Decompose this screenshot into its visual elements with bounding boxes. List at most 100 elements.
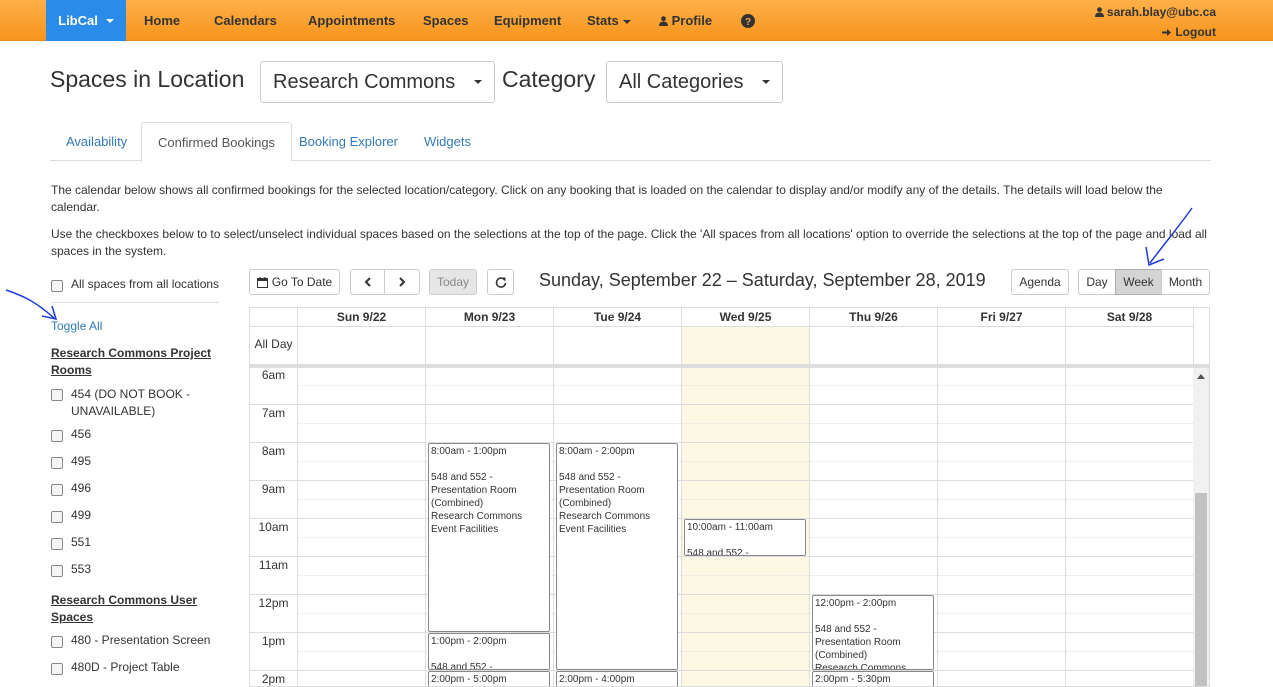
grid-line	[553, 327, 554, 686]
group-project-rooms: Research Commons Project Rooms	[51, 346, 212, 377]
hour-line	[250, 594, 1193, 595]
today-allday-highlight	[681, 327, 809, 365]
today-button[interactable]: Today	[429, 269, 477, 295]
next-week-button[interactable]	[384, 269, 420, 295]
hour-line	[250, 404, 1193, 405]
day-header-sat: Sat 9/28	[1066, 308, 1194, 327]
room-option-456[interactable]: 456	[51, 427, 91, 442]
day-header-fri: Fri 9/27	[938, 308, 1066, 327]
user-email[interactable]: sarah.blay@ubc.ca	[1094, 5, 1216, 19]
room-checkbox[interactable]	[51, 565, 63, 577]
room-option-454[interactable]: 454 (DO NOT BOOK - UNAVAILABLE)	[51, 386, 211, 420]
room-checkbox[interactable]	[51, 389, 63, 401]
chevron-down-icon	[762, 80, 770, 84]
space-option-480[interactable]: 480 - Presentation Screen	[51, 633, 210, 648]
space-label: 480 - Presentation Screen	[71, 633, 211, 647]
week-calendar: Sun 9/22 Mon 9/23 Tue 9/24 Wed 9/25 Thu …	[249, 307, 1210, 687]
day-header-wed: Wed 9/25	[682, 308, 810, 327]
nav-equipment[interactable]: Equipment	[494, 13, 561, 28]
agenda-view-button[interactable]: Agenda	[1011, 269, 1069, 295]
nav-stats-label: Stats	[587, 13, 619, 28]
booking-event[interactable]: 12:00pm - 2:00pm 548 and 552 - Presentat…	[812, 595, 934, 670]
space-option-480d[interactable]: 480D - Project Table	[51, 660, 180, 675]
logout-label: Logout	[1175, 25, 1216, 39]
week-view-button[interactable]: Week	[1115, 269, 1162, 295]
annotation-arrow-icon	[1145, 207, 1193, 267]
time-label-9am: 9am	[261, 482, 286, 496]
nav-stats[interactable]: Stats	[587, 13, 631, 28]
refresh-icon	[495, 277, 506, 288]
grid-line	[937, 327, 938, 686]
room-checkbox[interactable]	[51, 484, 63, 496]
time-label-2pm: 2pm	[261, 672, 286, 686]
logout-icon	[1162, 29, 1171, 36]
nav-profile-label: Profile	[671, 13, 713, 28]
room-checkbox[interactable]	[51, 538, 63, 550]
space-checkbox[interactable]	[51, 663, 63, 675]
brand-label: LibCal	[58, 13, 98, 28]
nav-appointments[interactable]: Appointments	[308, 13, 395, 28]
nav-home[interactable]: Home	[144, 13, 180, 28]
booking-event[interactable]: 8:00am - 2:00pm 548 and 552 - Presentati…	[556, 443, 678, 670]
room-option-495[interactable]: 495	[51, 454, 91, 469]
all-spaces-option[interactable]: All spaces from all locations	[51, 277, 219, 292]
category-label: Category	[502, 66, 596, 92]
nav-spaces[interactable]: Spaces	[423, 13, 469, 28]
page-title: Spaces in Location	[50, 66, 245, 92]
logout-link[interactable]: Logout	[1162, 25, 1216, 39]
location-select[interactable]: Research Commons	[260, 61, 495, 103]
room-label: 553	[71, 562, 92, 576]
time-label-1pm: 1pm	[261, 634, 286, 648]
scroll-up-icon[interactable]	[1197, 374, 1205, 379]
room-option-553[interactable]: 553	[51, 562, 91, 577]
tab-booking-explorer[interactable]: Booking Explorer	[283, 122, 414, 161]
user-email-text: sarah.blay@ubc.ca	[1106, 5, 1216, 19]
calendar-range-title: Sunday, September 22 – Saturday, Septemb…	[539, 270, 986, 290]
booking-event[interactable]: 2:00pm - 5:00pm	[428, 671, 550, 686]
tab-widgets[interactable]: Widgets	[408, 122, 487, 161]
time-label-11am: 11am	[258, 558, 289, 572]
help-icon[interactable]: ?	[741, 14, 755, 28]
tab-bar: Availability Confirmed Bookings Booking …	[50, 122, 1211, 162]
top-navbar: LibCal Home Calendars Appointments Space…	[0, 0, 1273, 41]
booking-event[interactable]: 10:00am - 11:00am 548 and 552 -	[684, 519, 806, 556]
day-header-tue: Tue 9/24	[554, 308, 682, 327]
hour-line	[250, 632, 1193, 633]
booking-event[interactable]: 8:00am - 1:00pm 548 and 552 - Presentati…	[428, 443, 550, 632]
calendar-scrollbar[interactable]	[1193, 368, 1209, 686]
go-to-date-button[interactable]: Go To Date	[249, 269, 340, 295]
libcal-brand-menu[interactable]: LibCal	[46, 0, 126, 41]
hour-line	[250, 556, 1193, 557]
booking-event[interactable]: 2:00pm - 5:30pm	[812, 671, 934, 686]
room-label: 495	[71, 454, 92, 468]
time-label-8am: 8am	[261, 444, 286, 458]
svg-text:?: ?	[745, 17, 751, 28]
chevron-down-icon	[474, 80, 482, 84]
location-select-value: Research Commons	[273, 70, 456, 93]
prev-week-button[interactable]	[350, 269, 385, 295]
chevron-right-icon	[398, 277, 405, 287]
day-header-mon: Mon 9/23	[426, 308, 554, 327]
month-view-button[interactable]: Month	[1161, 269, 1210, 295]
refresh-button[interactable]	[487, 269, 514, 295]
category-select[interactable]: All Categories	[606, 61, 783, 103]
room-checkbox[interactable]	[51, 511, 63, 523]
booking-event[interactable]: 1:00pm - 2:00pm 548 and 552 -	[428, 633, 550, 670]
time-label-6am: 6am	[261, 368, 286, 382]
half-hour-line	[297, 385, 1193, 386]
room-option-496[interactable]: 496	[51, 481, 91, 496]
room-option-551[interactable]: 551	[51, 535, 91, 550]
tab-availability[interactable]: Availability	[50, 122, 143, 161]
scrollbar-thumb[interactable]	[1195, 493, 1207, 686]
info-paragraph-2: Use the checkboxes below to to select/un…	[51, 227, 1207, 258]
space-checkbox[interactable]	[51, 636, 63, 648]
tab-confirmed-bookings[interactable]: Confirmed Bookings	[141, 122, 293, 162]
day-view-button[interactable]: Day	[1078, 269, 1116, 295]
booking-event[interactable]: 2:00pm - 4:00pm	[556, 671, 678, 686]
nav-profile[interactable]: Profile	[659, 13, 712, 28]
room-option-499[interactable]: 499	[51, 508, 91, 523]
room-checkbox[interactable]	[51, 430, 63, 442]
nav-calendars[interactable]: Calendars	[214, 13, 277, 28]
time-label-10am: 10am	[258, 520, 289, 534]
room-checkbox[interactable]	[51, 457, 63, 469]
